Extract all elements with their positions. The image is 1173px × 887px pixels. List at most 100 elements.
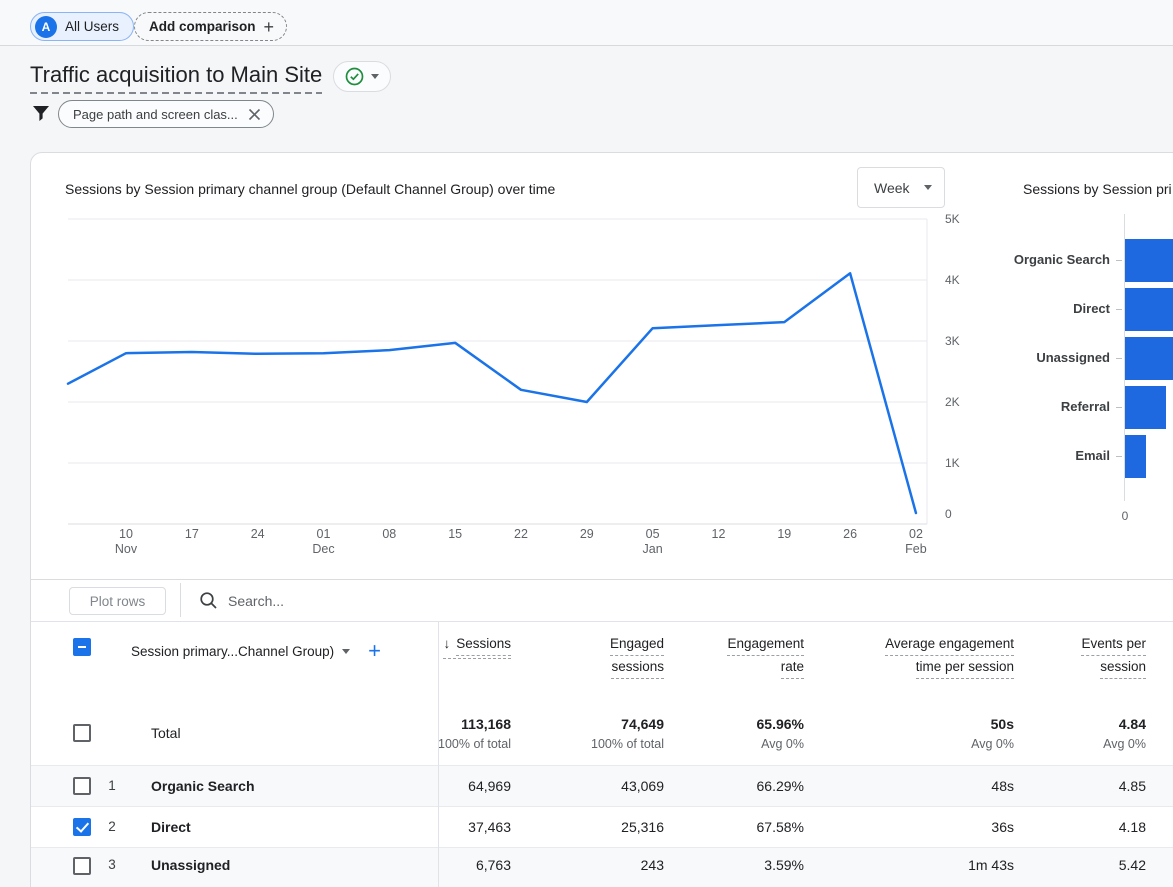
search-input[interactable] <box>228 593 488 609</box>
all-users-label: All Users <box>65 19 119 34</box>
svg-text:19: 19 <box>777 527 791 541</box>
svg-text:2K: 2K <box>945 395 960 409</box>
total-rate: 65.96% <box>757 716 804 732</box>
bar <box>1125 386 1166 429</box>
bar-tick <box>1116 358 1122 359</box>
select-all-checkbox[interactable] <box>73 638 91 656</box>
bar-tick <box>1116 309 1122 310</box>
bar <box>1125 435 1146 478</box>
divider <box>180 583 181 617</box>
svg-text:08: 08 <box>382 527 396 541</box>
table-row-total: Total 113,168 100% of total 74,649 100% of… <box>31 701 1173 765</box>
svg-text:Dec: Dec <box>312 542 334 556</box>
row-checkbox[interactable] <box>73 857 91 875</box>
bar-tick <box>1116 260 1122 261</box>
row-label: Total <box>131 725 438 741</box>
add-comparison-chip[interactable]: Add comparison + <box>134 12 287 41</box>
row-label: Unassigned <box>131 857 438 873</box>
table-row: 3 Unassigned 6,763 243 3.59% 1m 43s 5.42 <box>31 847 1173 887</box>
svg-text:24: 24 <box>251 527 265 541</box>
table-toolbar: Plot rows <box>31 580 1173 621</box>
total-sessions-sub: 100% of total <box>438 737 511 751</box>
cell-sessions: 6,763 <box>476 857 511 873</box>
total-events: 4.84 <box>1119 716 1146 732</box>
cell-avg-time: 48s <box>991 778 1014 794</box>
row-checkbox[interactable] <box>73 818 91 836</box>
svg-text:0: 0 <box>945 507 952 521</box>
total-avg-time: 50s <box>991 716 1014 732</box>
total-rate-sub: Avg 0% <box>761 737 804 751</box>
bar-category-label: Organic Search <box>1014 252 1110 267</box>
row-index: 3 <box>93 857 131 872</box>
line-chart: 01K2K3K4K5K10Nov172401Dec0815222905Jan12… <box>31 211 961 563</box>
bar-tick <box>1116 407 1122 408</box>
column-separator <box>438 621 439 887</box>
cell-rate: 3.59% <box>764 857 804 873</box>
row-checkbox[interactable] <box>73 724 91 742</box>
check-circle-icon <box>345 67 364 86</box>
close-icon[interactable] <box>248 108 261 121</box>
sort-desc-icon: ↓ <box>443 636 450 655</box>
cell-events: 4.85 <box>1119 778 1146 794</box>
table-row: 2 Direct 37,463 25,316 67.58% 36s 4.18 <box>31 806 1173 847</box>
granularity-dropdown[interactable]: Week <box>857 167 945 208</box>
cell-sessions: 37,463 <box>468 819 511 835</box>
column-header-engagement-rate[interactable]: Engagementrate <box>664 622 804 679</box>
chevron-down-icon <box>371 74 379 79</box>
column-header-sessions[interactable]: ↓Sessions <box>438 622 511 659</box>
bar-category-label: Direct <box>1073 301 1110 316</box>
svg-text:Feb: Feb <box>905 542 927 556</box>
bar-axis-zero-label: 0 <box>1107 509 1143 523</box>
total-sessions: 113,168 <box>461 716 511 732</box>
granularity-value: Week <box>874 180 910 196</box>
filter-funnel-icon <box>30 103 52 125</box>
table-header-row: Session primary...Channel Group) + ↓Sess… <box>31 622 1173 701</box>
add-comparison-label: Add comparison <box>149 19 256 34</box>
svg-text:Nov: Nov <box>115 542 138 556</box>
svg-text:02: 02 <box>909 527 923 541</box>
app: A All Users Add comparison + Traffic acq… <box>0 0 1173 887</box>
filter-bar: Page path and screen clas... <box>30 100 274 128</box>
avatar: A <box>35 16 57 38</box>
cell-sessions: 64,969 <box>468 778 511 794</box>
column-header-engaged-sessions[interactable]: Engagedsessions <box>511 622 664 679</box>
add-dimension-button[interactable]: + <box>368 640 381 662</box>
svg-text:05: 05 <box>646 527 660 541</box>
row-label: Direct <box>131 819 438 835</box>
cell-engaged: 243 <box>641 857 664 873</box>
all-users-chip[interactable]: A All Users <box>30 12 134 41</box>
cell-rate: 66.29% <box>757 778 804 794</box>
comparison-bar: A All Users Add comparison + <box>0 0 1173 46</box>
svg-text:01: 01 <box>317 527 331 541</box>
svg-text:4K: 4K <box>945 273 960 287</box>
filter-chip[interactable]: Page path and screen clas... <box>58 100 274 128</box>
chevron-down-icon[interactable] <box>342 649 350 654</box>
bar-chart-title: Sessions by Session pri <box>1023 181 1172 197</box>
svg-text:22: 22 <box>514 527 528 541</box>
page-title: Traffic acquisition to Main Site <box>30 62 322 94</box>
svg-text:1K: 1K <box>945 456 960 470</box>
svg-text:12: 12 <box>712 527 726 541</box>
cell-events: 4.18 <box>1119 819 1146 835</box>
dimension-header[interactable]: Session primary...Channel Group) <box>131 644 334 659</box>
svg-text:3K: 3K <box>945 334 960 348</box>
plot-rows-button[interactable]: Plot rows <box>69 587 166 615</box>
report-status-badge[interactable] <box>333 61 391 92</box>
total-engaged-sub: 100% of total <box>591 737 664 751</box>
svg-text:Jan: Jan <box>643 542 663 556</box>
column-header-avg-engagement-time[interactable]: Average engagementtime per session <box>804 622 1014 679</box>
plus-icon: + <box>264 18 275 36</box>
row-checkbox[interactable] <box>73 777 91 795</box>
table-row: 1 Organic Search 64,969 43,069 66.29% 48… <box>31 765 1173 806</box>
cell-events: 5.42 <box>1119 857 1146 873</box>
total-engaged: 74,649 <box>621 716 664 732</box>
svg-text:17: 17 <box>185 527 199 541</box>
svg-text:26: 26 <box>843 527 857 541</box>
column-header-events-per-session[interactable]: Events persession <box>1014 622 1146 679</box>
svg-text:29: 29 <box>580 527 594 541</box>
bar-category-label: Unassigned <box>1036 350 1110 365</box>
cell-engaged: 25,316 <box>621 819 664 835</box>
bar <box>1125 239 1173 282</box>
bar-tick <box>1116 456 1122 457</box>
svg-text:15: 15 <box>448 527 462 541</box>
